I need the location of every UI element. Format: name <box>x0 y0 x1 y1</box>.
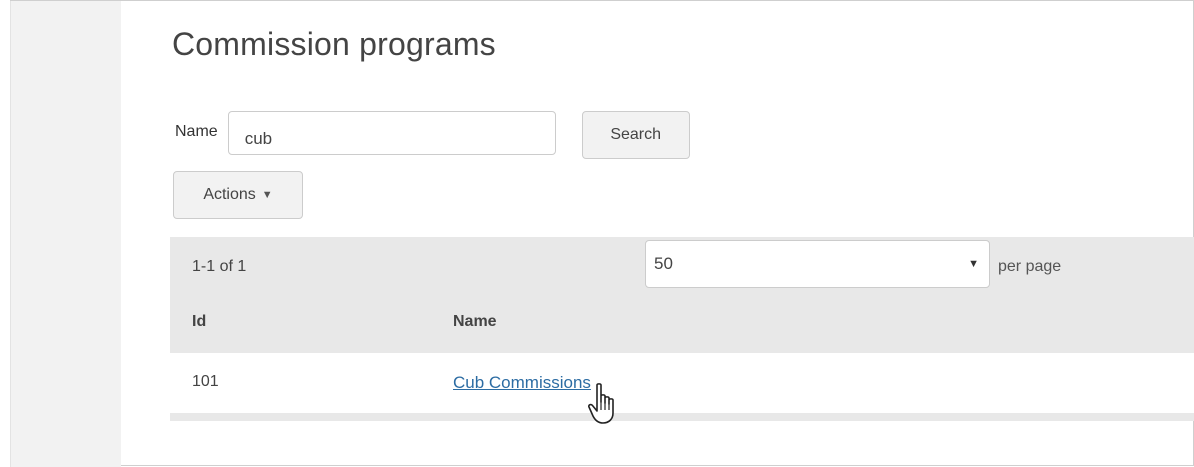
name-search-input[interactable] <box>227 111 556 155</box>
select-arrow-icon: ▼ <box>968 258 979 270</box>
program-name-link[interactable]: Cub Commissions <box>453 373 591 393</box>
search-form: Name Search <box>175 111 690 159</box>
table-footer <box>170 413 1194 421</box>
cell-id: 101 <box>192 373 219 390</box>
caret-down-icon: ▼ <box>261 189 273 201</box>
table-header: 1-1 of 1 50 ▼ per page Id Name <box>170 237 1194 353</box>
actions-dropdown-button[interactable]: Actions ▼ <box>173 171 303 219</box>
programs-table: 1-1 of 1 50 ▼ per page Id Name 101 Cub C… <box>170 237 1194 421</box>
result-count: 1-1 of 1 <box>192 258 247 275</box>
page-title: Commission programs <box>172 26 496 62</box>
table-row: 101 Cub Commissions <box>170 353 1194 413</box>
name-label: Name <box>175 123 218 140</box>
search-button[interactable]: Search <box>581 111 690 159</box>
column-header-id[interactable]: Id <box>192 313 206 331</box>
per-page-value: 50 <box>654 254 673 273</box>
per-page-label: per page <box>998 258 1062 275</box>
left-sidebar <box>10 1 121 467</box>
per-page-select[interactable]: 50 ▼ <box>645 240 990 288</box>
column-header-name[interactable]: Name <box>453 313 497 331</box>
main-content: Commission programs Name Search Actions … <box>120 0 1194 466</box>
actions-label: Actions <box>203 186 256 203</box>
